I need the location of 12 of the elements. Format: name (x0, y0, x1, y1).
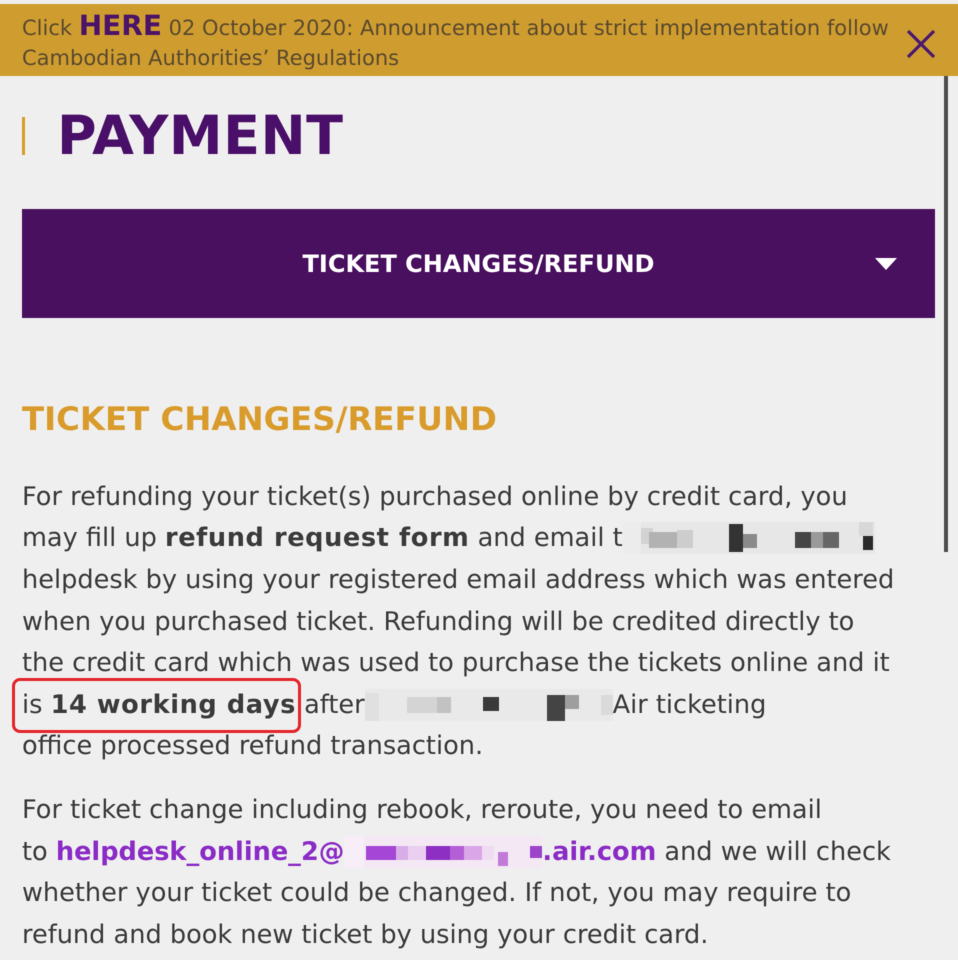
section-dropdown[interactable]: TICKET CHANGES/REFUND (22, 209, 935, 318)
email-link[interactable]: .air.com (542, 836, 656, 867)
caret-icon (875, 258, 897, 270)
page-title: PAYMENT (57, 109, 344, 163)
scrollbar[interactable] (944, 76, 948, 552)
here-link[interactable]: HERE (78, 9, 162, 42)
email-link[interactable]: helpdesk_online_2@ (56, 836, 344, 867)
close-icon[interactable] (906, 29, 936, 59)
paragraph-text: For ticket change including rebook, reroute, you need to email to helpdesk_online_2@ .air.com and we will check whether your ticket could be changed. If not, you may require to refund and book new ticket by using your credit card. (22, 794, 892, 952)
announcement-text: Click HERE 02 October 2020: Announcement about strict implementation follow Cambodian Authorities’ Regulations (22, 12, 890, 72)
section-heading: TICKET CHANGES/REFUND (22, 400, 498, 439)
paragraph-text: For refunding your ticket(s) purchased online by credit card, you may fill up refund request form and email t helpdesk by using your registered email address which was entered when you purchased ticket. Refunding will be credited directly to the credit card which was used to purchase the tickets online and it is 14 working days after Air ticketing office processed refund transaction. (22, 480, 896, 764)
